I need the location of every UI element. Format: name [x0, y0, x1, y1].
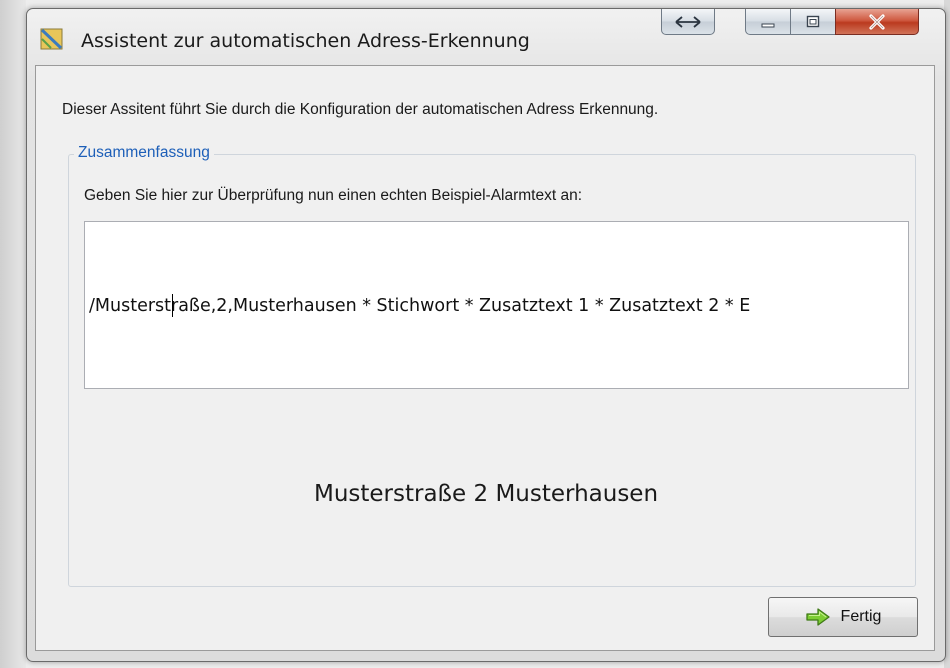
title-bar[interactable]: Assistent zur automatischen Adress-Erken… — [27, 9, 945, 65]
intro-text: Dieser Assitent führt Sie durch die Konf… — [62, 101, 659, 118]
maximize-icon — [806, 15, 820, 27]
text-caret — [172, 294, 173, 317]
alarm-text-value: /Musterstraße,2,Musterhausen * Stichwort… — [89, 296, 751, 316]
resize-icon — [675, 15, 701, 28]
close-button[interactable] — [835, 9, 919, 35]
wizard-client-area: Dieser Assitent führt Sie durch die Konf… — [35, 65, 935, 651]
wizard-window: Assistent zur automatischen Adress-Erken… — [26, 8, 946, 662]
minimize-button[interactable] — [745, 9, 791, 35]
finish-button[interactable]: Fertig — [768, 597, 918, 637]
window-title: Assistent zur automatischen Adress-Erken… — [81, 30, 530, 52]
green-arrow-right-icon — [805, 608, 830, 626]
alarm-text-input[interactable]: /Musterstraße,2,Musterhausen * Stichwort… — [84, 221, 909, 389]
desktop-edge-left — [0, 0, 26, 668]
close-icon — [869, 13, 885, 30]
app-icon — [39, 26, 65, 52]
finish-button-label: Fertig — [840, 608, 882, 625]
instruction-text: Geben Sie hier zur Überprüfung nun einen… — [84, 187, 583, 204]
summary-group-title: Zusammenfassung — [74, 144, 214, 162]
resize-button[interactable] — [661, 9, 715, 35]
minimize-icon — [761, 23, 775, 27]
maximize-button[interactable] — [790, 9, 836, 35]
recognized-address: Musterstraße 2 Musterhausen — [313, 481, 659, 507]
